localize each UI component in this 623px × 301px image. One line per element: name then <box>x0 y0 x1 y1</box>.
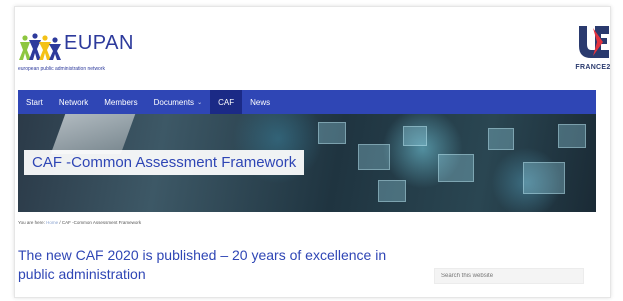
banner-tile <box>523 162 565 194</box>
banner-tile <box>438 154 474 182</box>
france-presidency-logo[interactable]: FRANCE2 <box>573 24 613 74</box>
eupan-people-icon <box>19 33 61 60</box>
main-nav: Start Network Members Documents ⌄ CAF New… <box>18 90 596 114</box>
chevron-down-icon: ⌄ <box>197 99 203 106</box>
article-headline[interactable]: The new CAF 2020 is published – 20 years… <box>18 246 398 284</box>
nav-item-label: Start <box>26 97 43 107</box>
logo-tagline: european public administration network <box>18 66 105 72</box>
nav-item-documents[interactable]: Documents ⌄ <box>146 90 211 114</box>
hero-banner: CAF -Common Assessment Framework <box>18 114 596 212</box>
france-ue-logo-icon <box>579 26 609 58</box>
search-input[interactable] <box>434 268 584 284</box>
breadcrumb: You are here: Home / CAF -Common Assessm… <box>18 220 141 225</box>
banner-tile <box>378 180 406 202</box>
nav-item-label: Documents <box>153 97 195 107</box>
banner-laptop-image <box>50 114 136 154</box>
logo-text: EUPAN <box>64 32 134 54</box>
banner-tile <box>558 124 586 148</box>
breadcrumb-prefix: You are here: <box>18 220 45 225</box>
banner-tile <box>488 128 514 150</box>
nav-item-members[interactable]: Members <box>96 90 145 114</box>
nav-item-label: Network <box>58 97 89 107</box>
nav-item-caf[interactable]: CAF <box>210 90 243 114</box>
nav-item-start[interactable]: Start <box>18 90 51 114</box>
banner-tile <box>318 122 346 144</box>
nav-item-label: News <box>250 97 271 107</box>
eupan-logo[interactable]: EUPAN european public administration net… <box>18 28 168 74</box>
breadcrumb-home-link[interactable]: Home <box>46 220 58 225</box>
nav-item-network[interactable]: Network <box>51 90 96 114</box>
nav-item-label: Members <box>104 97 138 107</box>
banner-title: CAF -Common Assessment Framework <box>32 154 297 171</box>
nav-item-news[interactable]: News <box>242 90 278 114</box>
banner-tile <box>358 144 390 170</box>
banner-title-box: CAF -Common Assessment Framework <box>24 150 305 175</box>
breadcrumb-current: CAF -Common Assessment Framework <box>61 220 142 225</box>
nav-item-label: CAF <box>218 97 235 107</box>
partner-logo-text: FRANCE2 <box>575 64 611 71</box>
banner-tile <box>403 126 427 146</box>
